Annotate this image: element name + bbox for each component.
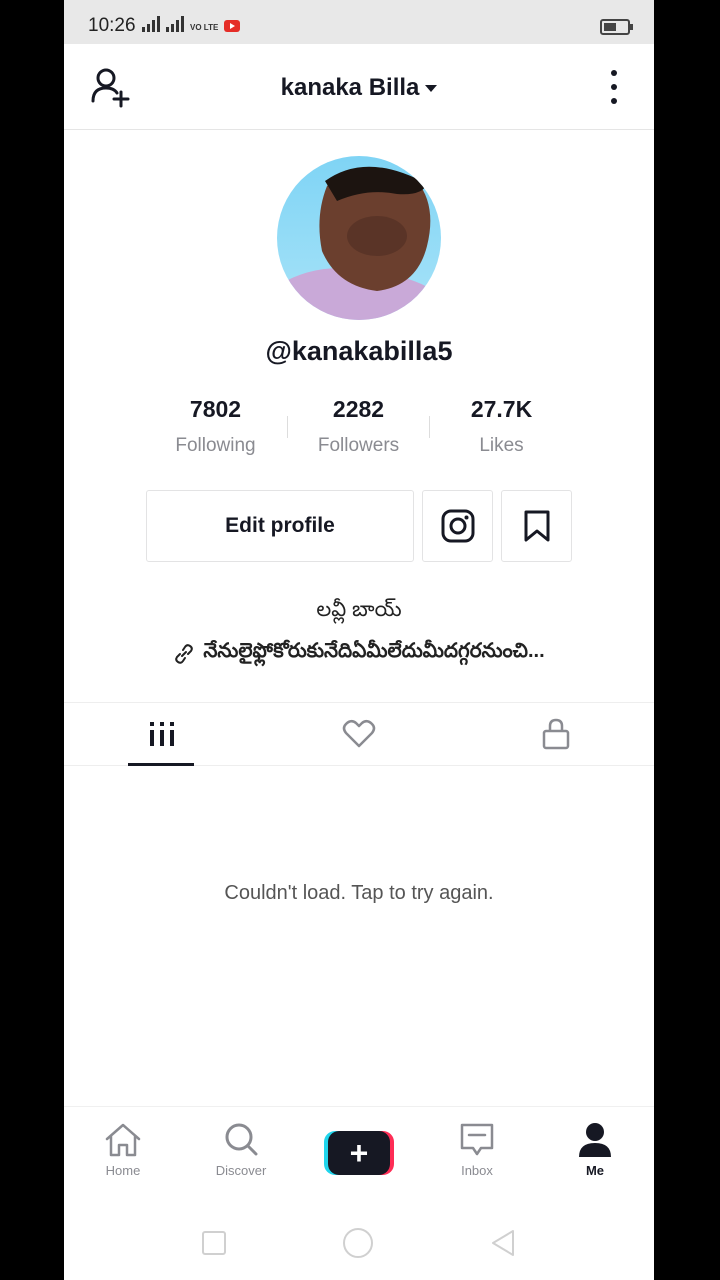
heart-icon <box>342 720 376 748</box>
lock-icon <box>542 718 569 750</box>
profile-link[interactable]: నేనులైఫ్లోకోరుకునేదిఏమీలేదుమీదగ్గరనుంచి.… <box>64 640 654 667</box>
create-icon: + <box>328 1131 390 1175</box>
stat-divider <box>287 416 288 438</box>
home-circle-icon[interactable] <box>342 1227 374 1259</box>
load-error-message[interactable]: Couldn't load. Tap to try again. <box>64 882 654 905</box>
profile-actions: Edit profile <box>146 490 572 562</box>
volte-badge: VO LTE <box>190 23 219 32</box>
username: @kanakabilla5 <box>265 336 453 366</box>
status-bar: 10:26 VO LTE <box>64 0 654 44</box>
more-options-icon[interactable] <box>604 70 624 104</box>
bottom-navigation: Home Discover + Inbox Me <box>64 1106 654 1206</box>
signal-icon <box>142 16 160 32</box>
nav-create[interactable]: + <box>300 1107 418 1206</box>
app-screen: 10:26 VO LTE kanaka Billa @kanakabilla5 … <box>64 0 654 1280</box>
status-time: 10:26 <box>88 15 136 36</box>
nav-discover[interactable]: Discover <box>182 1107 300 1206</box>
avatar[interactable] <box>277 156 441 320</box>
caret-down-icon <box>425 85 438 93</box>
account-switcher[interactable]: kanaka Billa <box>64 74 654 102</box>
system-navigation-bar <box>64 1206 654 1280</box>
profile-stats: 7802 Following 2282 Followers 27.7K Like… <box>144 396 574 457</box>
likes-label: Likes <box>479 435 524 456</box>
back-icon[interactable] <box>489 1228 517 1258</box>
instagram-button[interactable] <box>422 490 493 562</box>
tab-videos[interactable] <box>64 703 261 766</box>
tab-liked[interactable] <box>261 703 458 765</box>
create-button[interactable]: + <box>324 1131 394 1175</box>
profile-header: kanaka Billa <box>64 44 654 130</box>
link-icon <box>175 643 194 664</box>
recents-icon[interactable] <box>201 1230 227 1256</box>
stat-followers[interactable]: 2282 Followers <box>287 396 430 457</box>
bookmark-icon <box>524 510 549 542</box>
nav-home[interactable]: Home <box>64 1107 182 1206</box>
grid-icon <box>150 722 175 746</box>
signal-icon-2 <box>166 16 184 32</box>
status-icons: VO LTE <box>142 16 241 32</box>
nav-label-me: Me <box>585 1163 605 1178</box>
nav-label-home: Home <box>105 1163 141 1178</box>
edit-profile-button[interactable]: Edit profile <box>146 490 414 562</box>
nav-label-inbox: Inbox <box>461 1163 493 1178</box>
tab-private[interactable] <box>457 703 654 765</box>
nav-me[interactable]: Me <box>536 1107 654 1206</box>
followers-count: 2282 <box>332 396 385 422</box>
stat-likes[interactable]: 27.7K Likes <box>430 396 573 457</box>
likes-count: 27.7K <box>470 396 533 422</box>
nav-label-discover: Discover <box>215 1163 267 1178</box>
following-count: 7802 <box>189 396 242 422</box>
inbox-icon <box>460 1123 494 1156</box>
header-title: kanaka Billa <box>280 74 420 101</box>
nav-inbox[interactable]: Inbox <box>418 1107 536 1206</box>
battery-icon <box>600 19 633 35</box>
profile-bio: లవ్లీ బాయ్ <box>316 598 402 621</box>
instagram-icon <box>441 509 474 543</box>
favorites-button[interactable] <box>501 490 572 562</box>
search-icon <box>225 1123 258 1156</box>
youtube-notification-icon <box>224 20 241 32</box>
content-tabs <box>64 702 654 766</box>
followers-label: Followers <box>317 435 400 456</box>
home-icon <box>105 1123 141 1157</box>
profile-icon <box>579 1123 611 1157</box>
profile-link-text: నేనులైఫ్లోకోరుకునేదిఏమీలేదుమీదగ్గరనుంచి.… <box>203 640 545 662</box>
following-label: Following <box>175 435 256 456</box>
stat-following[interactable]: 7802 Following <box>144 396 287 457</box>
